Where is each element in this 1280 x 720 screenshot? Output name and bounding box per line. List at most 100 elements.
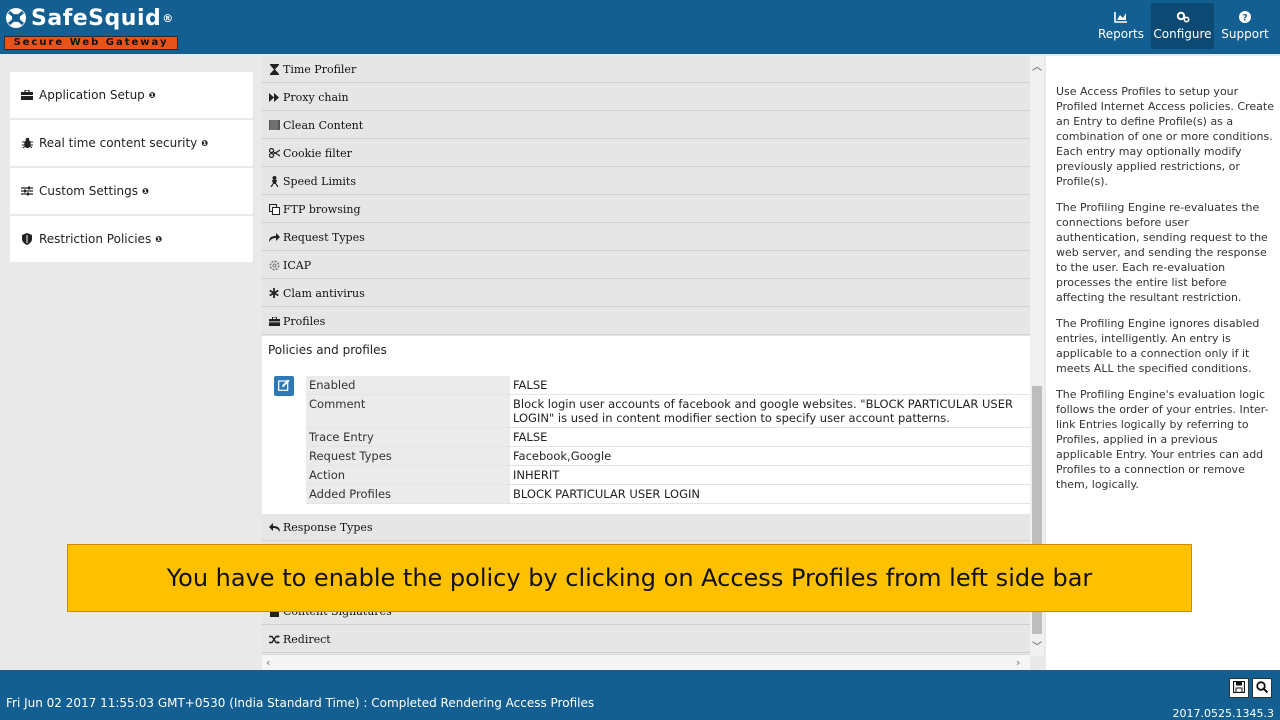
gears-icon <box>1151 3 1214 23</box>
sidebar-item-label: Application Setup <box>39 88 145 102</box>
row-value: BLOCK PARTICULAR USER LOGIN <box>513 487 701 501</box>
help-paragraph: Use Access Profiles to setup your Profil… <box>1056 85 1274 188</box>
info-icon[interactable]: ❶ <box>155 235 162 244</box>
table-row[interactable]: Action INHERIT <box>306 466 1030 485</box>
asterisk-icon <box>268 287 280 299</box>
row-value: Facebook,Google <box>513 449 612 463</box>
version-label: 2017.0525.1345.3 <box>1172 707 1274 720</box>
section-label: Profiles <box>283 314 326 328</box>
edit-icon <box>278 379 290 394</box>
table-row[interactable]: Trace Entry FALSE <box>306 428 1030 447</box>
nav-configure-label: Configure <box>1153 27 1212 41</box>
help-paragraph: The Profiling Engine's evaluation logic … <box>1056 388 1269 491</box>
fast-forward-icon <box>268 91 280 103</box>
table-row[interactable]: Request Types Facebook,Google <box>306 447 1030 466</box>
scroll-down-arrow-icon[interactable]: ﹀ <box>1030 638 1044 653</box>
sidebar-item-real-time-content-security[interactable]: Real time content security ❶ <box>10 120 253 166</box>
row-value: FALSE <box>513 378 548 392</box>
section-label: Proxy chain <box>283 90 349 104</box>
row-value: FALSE <box>513 430 548 444</box>
help-paragraph: The Profiling Engine ignores disabled en… <box>1056 317 1260 375</box>
question-icon: ? <box>1218 3 1272 23</box>
sidebar-item-application-setup[interactable]: Application Setup ❶ <box>10 72 253 118</box>
section-clam-antivirus[interactable]: Clam antivirus <box>262 280 1030 307</box>
policy-panel-title: Policies and profiles <box>268 343 387 357</box>
table-row[interactable]: Added Profiles BLOCK PARTICULAR USER LOG… <box>306 485 1030 504</box>
help-paragraph: The Profiling Engine re-evaluates the co… <box>1056 201 1268 304</box>
table-row[interactable]: Comment Block login user accounts of fac… <box>306 395 1030 428</box>
logo-tagline: Secure Web Gateway <box>4 36 178 50</box>
row-key: Action <box>306 466 510 484</box>
speed-icon <box>268 175 280 187</box>
scroll-left-arrow-icon[interactable]: ‹ <box>266 656 270 669</box>
row-value: INHERIT <box>513 468 560 482</box>
row-key: Added Profiles <box>306 485 510 503</box>
row-key: Comment <box>306 395 510 427</box>
section-profiles[interactable]: Profiles <box>262 308 1030 335</box>
briefcase-icon <box>20 88 34 102</box>
nav-support[interactable]: ? Support <box>1218 3 1272 49</box>
edit-entry-button[interactable] <box>274 376 294 396</box>
sidebar-item-restriction-policies[interactable]: Restriction Policies ❶ <box>10 216 253 262</box>
scroll-right-arrow-icon[interactable]: › <box>1016 656 1020 669</box>
section-label: FTP browsing <box>283 202 361 216</box>
section-cookie-filter[interactable]: Cookie filter <box>262 140 1030 167</box>
reply-icon <box>268 521 280 533</box>
save-button[interactable] <box>1229 678 1249 698</box>
logo-text: SafeSquid <box>31 5 162 31</box>
policies-and-profiles-panel: Policies and profiles Enabled FALSE Comm… <box>262 336 1030 514</box>
search-button[interactable] <box>1252 678 1272 698</box>
save-icon <box>1232 680 1246 696</box>
sidebar-item-label: Real time content security <box>39 136 198 150</box>
row-key: Request Types <box>306 447 510 465</box>
row-key: Trace Entry <box>306 428 510 446</box>
sidebar-item-custom-settings[interactable]: Custom Settings ❶ <box>10 168 253 214</box>
left-sidebar: Application Setup ❶ Real time content se… <box>10 72 253 264</box>
top-header: SafeSquid ® Secure Web Gateway Reports Co… <box>0 0 1280 54</box>
section-proxy-chain[interactable]: Proxy chain <box>262 84 1030 111</box>
section-label: Response Types <box>283 520 373 534</box>
sidebar-item-label: Restriction Policies <box>39 232 152 246</box>
section-label: Time Profiler <box>283 62 357 76</box>
center-horizontal-scrollbar[interactable]: ‹ › <box>262 654 1030 670</box>
section-request-types[interactable]: Request Types <box>262 224 1030 251</box>
scissors-icon <box>268 147 280 159</box>
svg-text:?: ? <box>1242 14 1247 24</box>
bug-icon <box>20 136 34 150</box>
instruction-banner: You have to enable the policy by clickin… <box>67 544 1192 612</box>
info-icon[interactable]: ❶ <box>149 91 156 100</box>
section-label: Clean Content <box>283 118 364 132</box>
cog-icon <box>268 259 280 271</box>
safesquid-logo[interactable]: SafeSquid ® Secure Web Gateway <box>4 3 180 51</box>
policy-entry-table: Enabled FALSE Comment Block login user a… <box>306 376 1030 504</box>
nav-support-label: Support <box>1221 27 1269 41</box>
section-label: Redirect <box>283 632 331 646</box>
logo-registered-mark: ® <box>162 11 174 25</box>
shuffle-icon <box>268 633 280 645</box>
nav-reports-label: Reports <box>1097 27 1145 41</box>
chart-icon <box>1094 3 1148 23</box>
section-clean-content[interactable]: Clean Content <box>262 112 1030 139</box>
nav-configure[interactable]: Configure <box>1151 3 1214 49</box>
squid-logo-icon <box>4 6 28 30</box>
instruction-text: You have to enable the policy by clickin… <box>166 564 1093 592</box>
sidebar-item-label: Custom Settings <box>39 184 139 198</box>
section-speed-limits[interactable]: Speed Limits <box>262 168 1030 195</box>
row-value: Block login user accounts of facebook an… <box>513 397 1013 425</box>
scroll-up-arrow-icon[interactable]: ︿ <box>1030 58 1044 73</box>
section-label: Clam antivirus <box>283 286 365 300</box>
section-icap[interactable]: ICAP <box>262 252 1030 279</box>
info-icon[interactable]: ❶ <box>201 139 208 148</box>
section-redirect[interactable]: Redirect <box>262 626 1030 653</box>
status-message: Fri Jun 02 2017 11:55:03 GMT+0530 (India… <box>6 696 595 710</box>
filter-icon <box>268 119 280 131</box>
status-footer: Fri Jun 02 2017 11:55:03 GMT+0530 (India… <box>0 670 1280 720</box>
table-row[interactable]: Enabled FALSE <box>306 376 1030 395</box>
section-ftp-browsing[interactable]: FTP browsing <box>262 196 1030 223</box>
shield-icon <box>20 232 34 246</box>
section-response-types[interactable]: Response Types <box>262 514 1030 541</box>
info-icon[interactable]: ❶ <box>142 187 149 196</box>
section-time-profiler[interactable]: Time Profiler <box>262 56 1030 83</box>
nav-reports[interactable]: Reports <box>1094 3 1148 49</box>
share-icon <box>268 231 280 243</box>
